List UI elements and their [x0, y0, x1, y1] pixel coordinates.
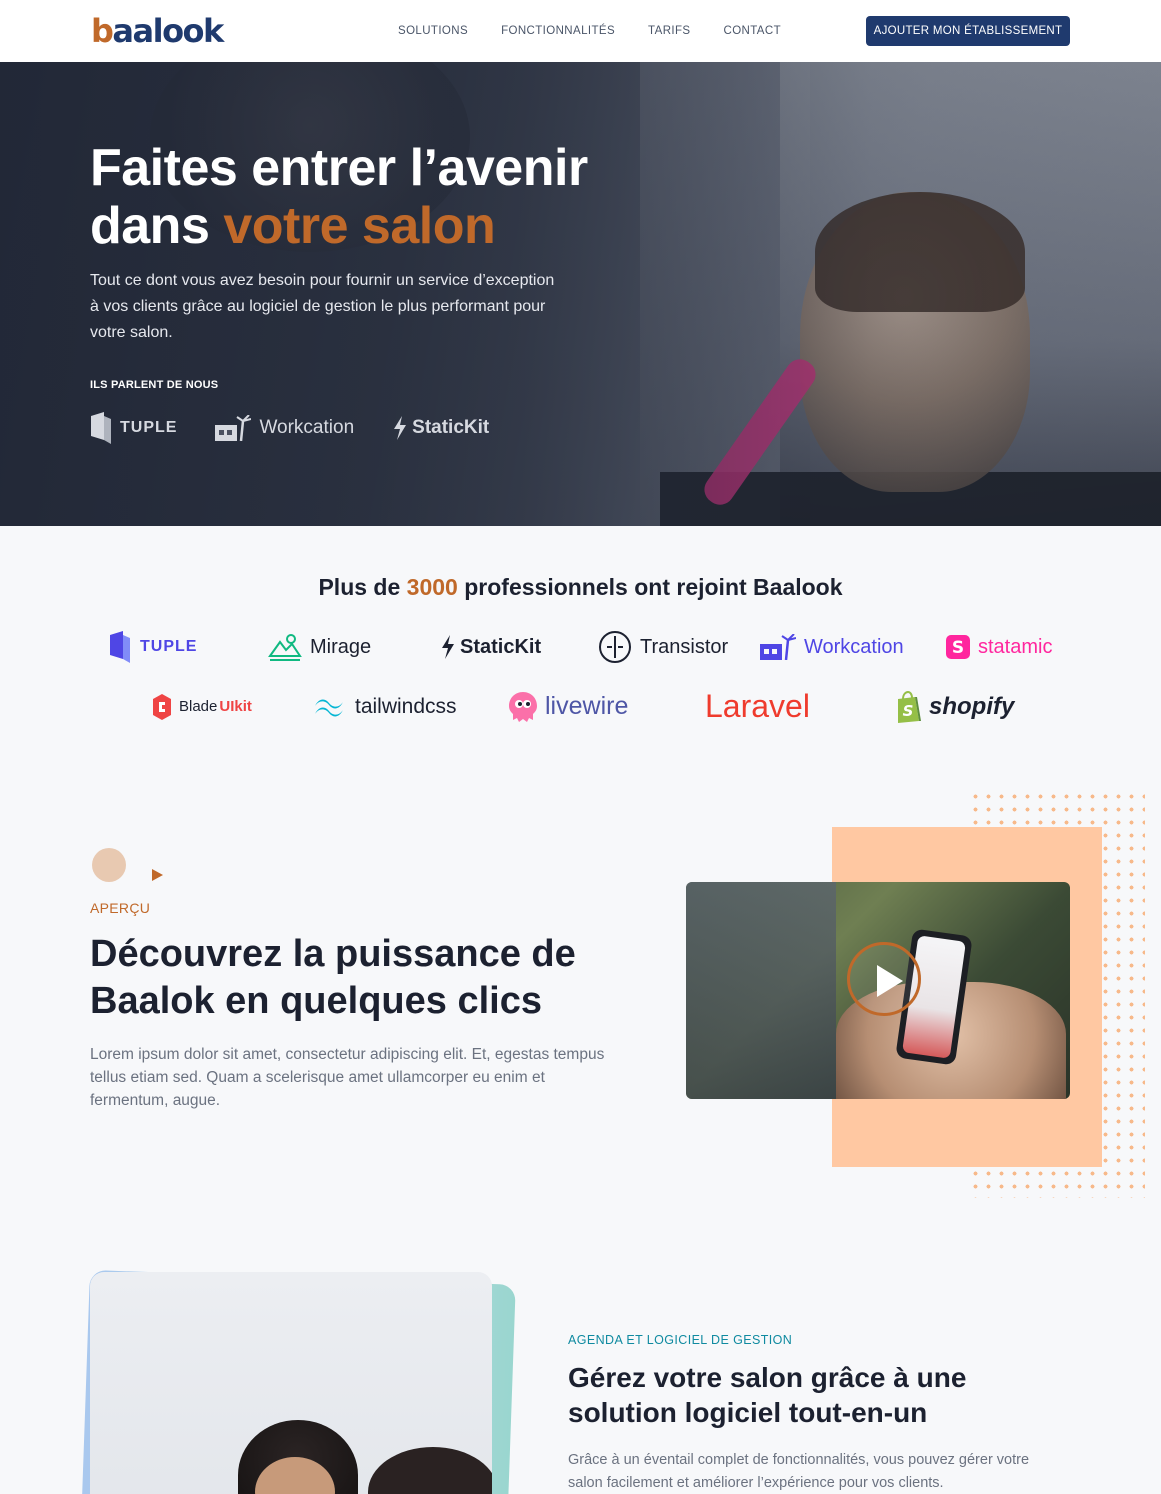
clients-title: Plus de 3000 professionnels ont rejoint … [318, 574, 843, 600]
hero-title-accent: votre salon [223, 197, 496, 255]
agenda-text: Grâce à un éventail complet de fonctionn… [568, 1452, 1030, 1491]
mirage-icon [268, 634, 302, 661]
statickit-icon [442, 635, 454, 659]
hero-subtitle: Tout ce dont vous avez besoin pour fourn… [90, 272, 555, 341]
press-logo-workcation: Workcation [215, 415, 354, 441]
top-navbar: baalook SOLUTIONS FONCTIONNALITÉS TARIFS… [0, 0, 1161, 62]
video-player[interactable] [686, 882, 1070, 1099]
hero-title-line1: Faites entrer l’avenir [90, 139, 588, 197]
main-nav: SOLUTIONS FONCTIONNALITÉS TARIFS CONTACT [398, 25, 781, 37]
workcation-icon [760, 634, 796, 660]
shopify-icon: S [898, 690, 921, 723]
overview-text: Lorem ipsum dolor sit amet, consectetur … [90, 1046, 605, 1109]
overview-title: Découvrez la puissance de Baalok en quel… [90, 933, 576, 1022]
press-label: ILS PARLENT DE NOUS [90, 379, 219, 391]
client-logo-transistor: Transistor [598, 630, 760, 664]
client-logo-laravel: Laravel [705, 688, 810, 724]
client-logos-row-1: TUPLE Mirage StaticKit Transistor Workca… [108, 630, 1052, 664]
client-logo-tailwindcss: tailwindcss [313, 695, 509, 719]
client-logo-statamic: S statamic [946, 635, 1052, 659]
add-establishment-button[interactable]: AJOUTER MON ÉTABLISSEMENT [866, 16, 1070, 46]
nav-link-tarifs[interactable]: TARIFS [648, 25, 690, 37]
tailwind-icon [315, 699, 343, 716]
hero-title: Faites entrer l’avenir dans votre salon [90, 139, 588, 255]
press-logo-tuple: TUPLE [90, 412, 177, 444]
agenda-eyebrow: AGENDA ET LOGICIEL DE GESTION [568, 1333, 793, 1347]
svg-text:S: S [903, 702, 914, 720]
nav-link-fonctionnalites[interactable]: FONCTIONNALITÉS [501, 25, 615, 37]
video-bg-shade [686, 882, 836, 1099]
statickit-icon [394, 416, 407, 440]
client-logo-shopify: S shopify [895, 690, 1014, 723]
nav-link-solutions[interactable]: SOLUTIONS [398, 25, 468, 37]
client-logo-workcation: Workcation [760, 634, 946, 660]
transistor-icon [599, 631, 631, 663]
hero-title-line2: dans [90, 197, 224, 255]
decorative-play-icon [152, 869, 163, 881]
play-button[interactable] [847, 942, 921, 1016]
blade-icon [153, 693, 171, 720]
agenda-title: Gérez votre salon grâce à une solution l… [568, 1362, 967, 1428]
svg-text:S: S [952, 638, 964, 658]
client-logo-livewire: livewire [509, 691, 705, 722]
client-logo-statickit: StaticKit [440, 635, 598, 659]
press-logo-statickit: StaticKit [392, 416, 489, 440]
decorative-circle [92, 848, 126, 882]
clients-count: 3000 [406, 574, 458, 600]
client-logo-mirage: Mirage [268, 632, 440, 662]
workcation-icon [215, 415, 252, 441]
agenda-image-card [90, 1272, 492, 1494]
client-logo-blade-uikit: Blade UIkit [153, 693, 313, 720]
client-logo-tuple: TUPLE [108, 631, 268, 663]
tuple-icon [110, 631, 130, 663]
baalook-logo[interactable]: baalook [91, 12, 224, 50]
press-logos: TUPLE Workcation StaticKit [90, 412, 489, 444]
nav-link-contact[interactable]: CONTACT [723, 25, 781, 37]
livewire-icon [509, 691, 537, 722]
hero-section: Faites entrer l’avenir dans votre salon … [0, 62, 1161, 526]
tuple-icon [91, 412, 111, 444]
agenda-image-person-2 [368, 1447, 492, 1494]
statamic-icon: S [946, 635, 970, 659]
client-logos-row-2: Blade UIkit tailwindcss livewire Laravel … [153, 688, 1014, 725]
overview-eyebrow: APERÇU [90, 900, 151, 916]
